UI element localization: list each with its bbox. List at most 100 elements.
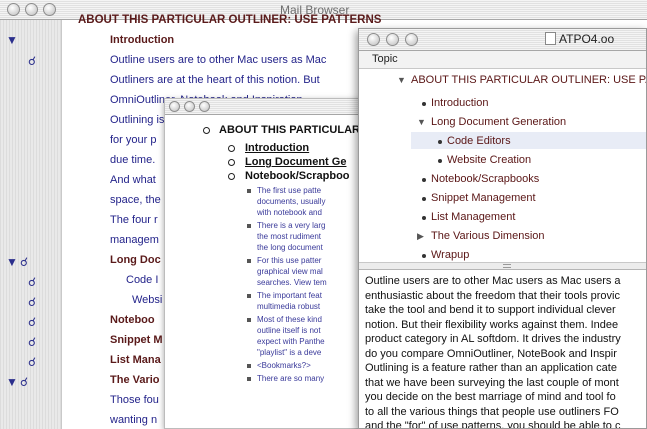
disclosure-open-icon[interactable]: ▼ [6, 34, 18, 46]
note-line: you decide on the best marriage of mind … [365, 391, 616, 403]
main-outline-row[interactable]: ABOUT THIS PARTICULAR OUTLINER: USE PATT… [78, 14, 381, 27]
zoom-button[interactable] [405, 33, 418, 46]
bullet-icon [422, 197, 426, 201]
note-line: that we have been surveying the last cou… [365, 376, 619, 389]
mid-item-notebook[interactable]: Notebook/Scrapboo [245, 170, 350, 182]
mid-bullet-line: Most of these kind [257, 315, 322, 324]
main-outline-row[interactable]: Long Doc [110, 254, 161, 267]
bullet-icon [422, 178, 426, 182]
outline-row[interactable]: List Management [431, 210, 515, 224]
outline-row[interactable]: Code Editors [447, 134, 511, 148]
note-text[interactable]: Outline users are to other Mac users as … [365, 274, 646, 428]
pane-splitter[interactable] [359, 262, 646, 269]
note-icon[interactable]: ☌ [28, 276, 36, 288]
bullet-icon [422, 216, 426, 220]
main-outline-row[interactable]: for your p [110, 134, 156, 147]
main-outline-row[interactable]: due time. [110, 154, 155, 167]
outline-circle-icon[interactable] [228, 173, 235, 180]
main-outline-row[interactable]: List Mana [110, 354, 161, 367]
bullet-icon [438, 159, 442, 163]
note-line: Outlining is a feature rather than an ap… [365, 362, 617, 374]
minimize-button[interactable] [184, 101, 195, 112]
mid-bullet-line: the long document [257, 243, 323, 252]
right-title-bar[interactable]: ATPO4.oo [359, 29, 646, 51]
column-header-topic[interactable]: Topic [359, 51, 646, 69]
mid-bullet-line: There are so many [257, 374, 325, 383]
mid-bullet-line: <Bookmarks?> [257, 361, 311, 370]
zoom-button[interactable] [199, 101, 210, 112]
mid-bullet-line: outline itself is not [257, 326, 321, 335]
close-button[interactable] [7, 3, 20, 16]
main-outline-row[interactable]: Noteboo [110, 314, 155, 327]
main-outline-row[interactable]: The Vario [110, 374, 160, 387]
outline-circle-icon[interactable] [228, 145, 235, 152]
splitter-grip-icon[interactable] [502, 264, 511, 268]
mid-bullet-line: There is a very larg [257, 221, 326, 230]
disclosure-open-icon[interactable]: ▼ [397, 75, 406, 85]
disclosure-closed-icon[interactable]: ▶ [417, 231, 424, 242]
zoom-button[interactable] [43, 3, 56, 16]
close-button[interactable] [169, 101, 180, 112]
note-line: product category in AL softdom. It drive… [365, 333, 621, 345]
minimize-button[interactable] [25, 3, 38, 16]
main-outline-row[interactable]: Code I [126, 274, 158, 287]
note-icon[interactable]: ☌ [20, 256, 28, 268]
mid-bullet-line: For this use patter [257, 256, 322, 265]
main-outline-row[interactable]: Those fou [110, 394, 159, 407]
outline-circle-icon[interactable] [203, 127, 210, 134]
mid-bullet-line: searches. View tem [257, 278, 327, 287]
note-icon[interactable]: ☌ [28, 296, 36, 308]
mid-bullet-line: documents, usually [257, 197, 326, 206]
outline-row[interactable]: Long Document Generation [431, 115, 566, 129]
mid-bullet-line: The first use patte [257, 186, 322, 195]
document-title: ATPO4.oo [545, 32, 614, 46]
note-line: Outline users are to other Mac users as … [365, 275, 621, 287]
main-outline-row[interactable]: Websi [132, 294, 162, 307]
mid-heading: ABOUT THIS PARTICULAR [219, 124, 360, 136]
outline-row[interactable]: ABOUT THIS PARTICULAR OUTLINER: USE PATT [411, 73, 646, 87]
document-window: ATPO4.oo Topic ▼ ABOUT THIS PARTICULAR OU… [358, 28, 647, 429]
document-icon [545, 32, 556, 45]
note-line: to all the various things that people us… [365, 405, 619, 418]
note-icon[interactable]: ☌ [28, 356, 36, 368]
main-outline-row[interactable]: managem [110, 234, 159, 247]
main-outline-row[interactable]: Snippet M [110, 334, 163, 347]
outline-row[interactable]: Notebook/Scrapbooks [431, 172, 539, 186]
outline-row[interactable]: The Various Dimension [431, 229, 545, 243]
outline-row[interactable]: Snippet Management [431, 191, 536, 205]
close-button[interactable] [367, 33, 380, 46]
bullet-icon [422, 254, 426, 258]
disclosure-open-icon[interactable]: ▼ [6, 256, 18, 268]
mid-title-bar[interactable] [165, 99, 378, 115]
bullet-icon [247, 294, 251, 298]
outline-row[interactable]: Introduction [431, 96, 488, 110]
outline-row[interactable]: Wrapup [431, 248, 469, 262]
mid-item-introduction[interactable]: Introduction [245, 142, 309, 154]
note-icon[interactable]: ☌ [20, 376, 28, 388]
note-icon[interactable]: ☌ [28, 55, 36, 67]
note-line: enthusiastic about the freedom that thei… [365, 289, 620, 302]
note-pane[interactable]: Outline users are to other Mac users as … [359, 269, 646, 428]
main-outline-row[interactable]: wanting n [110, 414, 157, 427]
main-outline-row[interactable]: The four r [110, 214, 158, 227]
mid-bullet-line: The important feat [257, 291, 322, 300]
outline-circle-icon[interactable] [228, 159, 235, 166]
outline-row[interactable]: Website Creation [447, 153, 531, 167]
bullet-icon [247, 364, 251, 368]
main-outline-row[interactable]: Outliners are at the heart of this notio… [110, 74, 320, 87]
bullet-icon [247, 224, 251, 228]
main-outline-row[interactable]: space, the [110, 194, 161, 207]
row-handles [359, 65, 373, 275]
mid-item-long-document[interactable]: Long Document Ge [245, 156, 346, 168]
minimize-button[interactable] [386, 33, 399, 46]
outline-gutter: ▼ ☌ ▼ ☌ ☌ ☌ ☌ ☌ ☌ ▼ ☌ [0, 20, 62, 429]
main-outline-row[interactable]: Introduction [110, 34, 174, 47]
outline-view[interactable]: ▼ ABOUT THIS PARTICULAR OUTLINER: USE PAT… [359, 69, 646, 287]
note-icon[interactable]: ☌ [28, 336, 36, 348]
main-outline-row[interactable]: Outline users are to other Mac users as … [110, 54, 326, 67]
main-outline-row[interactable]: And what [110, 174, 156, 187]
disclosure-open-icon[interactable]: ▼ [6, 376, 18, 388]
document-title-text: ATPO4.oo [559, 32, 615, 46]
disclosure-open-icon[interactable]: ▼ [417, 117, 426, 127]
note-icon[interactable]: ☌ [28, 316, 36, 328]
